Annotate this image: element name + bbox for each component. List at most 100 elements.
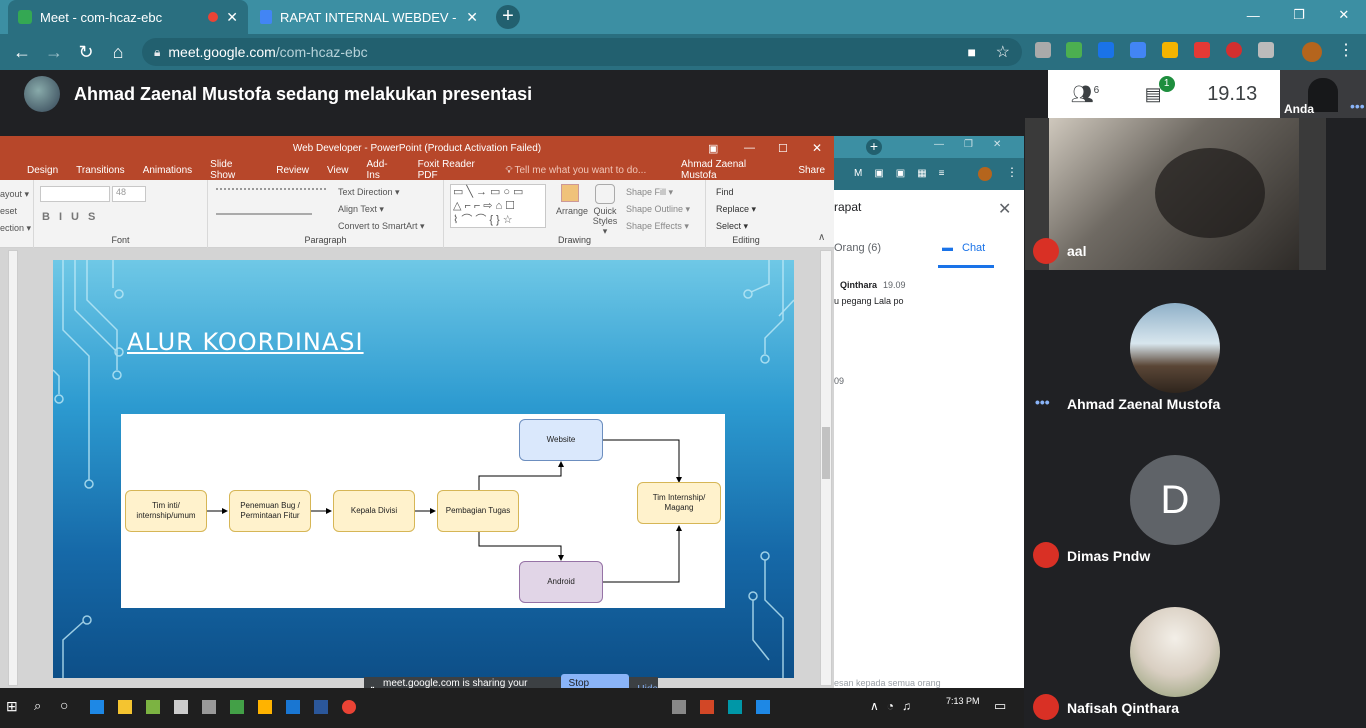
chrome-icon[interactable] — [342, 700, 356, 714]
vscode-icon[interactable] — [286, 700, 300, 714]
colorful-ext-icon[interactable] — [1066, 42, 1082, 58]
translate-ext-icon[interactable] — [1130, 42, 1146, 58]
minimize-button[interactable]: — — [1247, 8, 1260, 23]
chat-input[interactable]: esan kepada semua orang — [834, 678, 941, 688]
menu-foxit[interactable]: Foxit Reader PDF — [409, 159, 504, 181]
tab-chat[interactable]: ▬ Chat — [938, 236, 994, 268]
find-button[interactable]: Find — [716, 184, 756, 201]
share-button[interactable]: Share — [789, 165, 834, 176]
chat-ext-icons[interactable]: M▣▣▦≡ — [854, 168, 957, 179]
menu-design[interactable]: Design — [18, 165, 67, 176]
slide[interactable]: ALUR KOORDINASI Tim inti/ internship/umu… — [53, 260, 794, 678]
font-format-buttons[interactable]: BIUS — [42, 211, 104, 223]
shape-effects-button[interactable]: Shape Effects ▾ — [626, 218, 690, 235]
more-options-icon[interactable]: ••• — [1350, 98, 1365, 114]
explorer-icon[interactable] — [118, 700, 132, 714]
tray-icons[interactable]: ∧◔♫ — [870, 699, 919, 713]
profile-avatar[interactable] — [1302, 42, 1322, 62]
video-ext-icon[interactable] — [1194, 42, 1210, 58]
home-icon[interactable]: ⌂ — [102, 36, 134, 68]
left-scrollbar[interactable] — [8, 250, 18, 686]
ppt-close-button[interactable]: ✕ — [812, 141, 822, 155]
menu-slideshow[interactable]: Slide Show — [201, 159, 267, 181]
close-chat-icon[interactable]: ✕ — [998, 199, 1011, 219]
align-text-button[interactable]: Align Text ▾ — [338, 201, 425, 218]
app-icon-4[interactable] — [258, 700, 272, 714]
stop-ext-icon[interactable] — [1226, 42, 1242, 58]
app-icon-7[interactable] — [756, 700, 770, 714]
edge-icon[interactable] — [90, 700, 104, 714]
chat-kebab-icon[interactable]: ⋮ — [1006, 165, 1018, 179]
close-window-button[interactable]: ✕ — [1338, 7, 1349, 23]
close-tab-icon[interactable]: ✕ — [226, 9, 238, 26]
camera-icon[interactable]: ■ — [968, 44, 976, 60]
w-ext-icon[interactable] — [1258, 42, 1274, 58]
app-icon-1[interactable] — [146, 700, 160, 714]
new-tab-button[interactable]: + — [496, 5, 520, 29]
arrange-button[interactable]: Arrange — [556, 184, 588, 216]
ppt-minimize-button[interactable]: — — [744, 142, 755, 154]
restore-button[interactable]: ❐ — [1293, 7, 1305, 23]
align-buttons[interactable] — [216, 213, 312, 221]
font-size-input[interactable]: 48 — [112, 186, 146, 202]
powerpoint-taskbar-icon[interactable] — [700, 700, 714, 714]
reset-button[interactable]: eset — [0, 203, 31, 220]
notification-icon[interactable]: ▭ — [994, 698, 1006, 714]
tell-me-input[interactable]: Tell me what you want to do... — [515, 165, 673, 176]
shapes-gallery[interactable]: ▭╲→▭○▭ △⌐⌐⇨⌂☐ ⌇⌒⌒{}☆ — [450, 184, 546, 228]
tab-people[interactable]: Orang (6) — [834, 242, 881, 254]
text-direction-button[interactable]: Text Direction ▾ — [338, 184, 425, 201]
ribbon-display-icon[interactable]: ▣ — [708, 142, 718, 155]
shape-fill-button[interactable]: Shape Fill ▾ — [626, 184, 690, 201]
quick-styles-label: Quick Styles ▾ — [592, 206, 618, 236]
menu-transitions[interactable]: Transitions — [67, 165, 134, 176]
bookmark-star-icon[interactable]: ☆ — [996, 42, 1010, 62]
presenter-avatar — [24, 76, 60, 112]
app-icon-5[interactable] — [672, 700, 686, 714]
font-name-input[interactable] — [40, 186, 110, 202]
chat-window-controls[interactable]: —❐✕ — [934, 139, 1021, 150]
ppt-restore-button[interactable]: ☐ — [778, 142, 788, 155]
chat-new-tab-button[interactable]: + — [866, 139, 882, 155]
ppt-user: Ahmad Zaenal Mustofa — [681, 159, 747, 181]
mic-off-icon — [1033, 238, 1059, 264]
replace-button[interactable]: Replace ▾ — [716, 201, 756, 218]
menu-review[interactable]: Review — [267, 165, 318, 176]
collapse-ribbon-icon[interactable]: ∧ — [818, 232, 825, 243]
back-icon[interactable]: ← — [6, 36, 38, 68]
menu-view[interactable]: View — [318, 165, 358, 176]
word-icon[interactable] — [314, 700, 328, 714]
chat-badge: 1 — [1158, 75, 1175, 92]
close-tab-icon[interactable]: ✕ — [466, 9, 478, 26]
participants-button[interactable]: 👥︎6 — [1071, 84, 1099, 105]
right-scrollbar[interactable] — [820, 250, 832, 686]
taskbar-clock: 7:13 PM — [946, 696, 980, 706]
section-button[interactable]: ection ▾ — [0, 220, 31, 237]
start-icon[interactable]: ⊞ — [6, 698, 18, 715]
address-bar[interactable]: 🔒︎ meet.google.com/com-hcaz-ebc ■ ☆ — [142, 38, 1022, 66]
quick-styles-button[interactable]: Quick Styles ▾ — [590, 184, 620, 237]
layout-button[interactable]: ayout ▾ — [0, 186, 31, 203]
app-icon-6[interactable] — [728, 700, 742, 714]
shape-outline-button[interactable]: Shape Outline ▾ — [626, 201, 690, 218]
app-icon-3[interactable] — [230, 700, 244, 714]
chat-button[interactable]: ▤ 1 — [1145, 75, 1175, 105]
menu-animations[interactable]: Animations — [134, 165, 201, 176]
download-ext-icon[interactable] — [1098, 42, 1114, 58]
store-icon[interactable] — [174, 700, 188, 714]
menu-addins[interactable]: Add-Ins — [358, 159, 409, 181]
smartart-button[interactable]: Convert to SmartArt ▾ — [338, 218, 425, 235]
forward-icon[interactable]: → — [38, 36, 70, 68]
app-icon-2[interactable] — [202, 700, 216, 714]
tab-meet[interactable]: Meet - com-hcaz-ebc ✕ — [8, 0, 248, 34]
list-buttons[interactable] — [216, 188, 326, 196]
tab-docs[interactable]: RAPAT INTERNAL WEBDEV - Goo ✕ — [250, 0, 488, 34]
reload-icon[interactable]: ↻ — [70, 36, 102, 68]
search-icon[interactable]: ⌕ — [34, 698, 41, 714]
menu-kebab-icon[interactable]: ⋮ — [1338, 40, 1354, 60]
pen-ext-icon[interactable] — [1162, 42, 1178, 58]
select-button[interactable]: Select ▾ — [716, 218, 756, 235]
cortana-icon[interactable]: ○ — [60, 697, 68, 713]
screenshot-ext-icon[interactable] — [1035, 42, 1051, 58]
chat-profile-avatar[interactable] — [978, 167, 992, 181]
